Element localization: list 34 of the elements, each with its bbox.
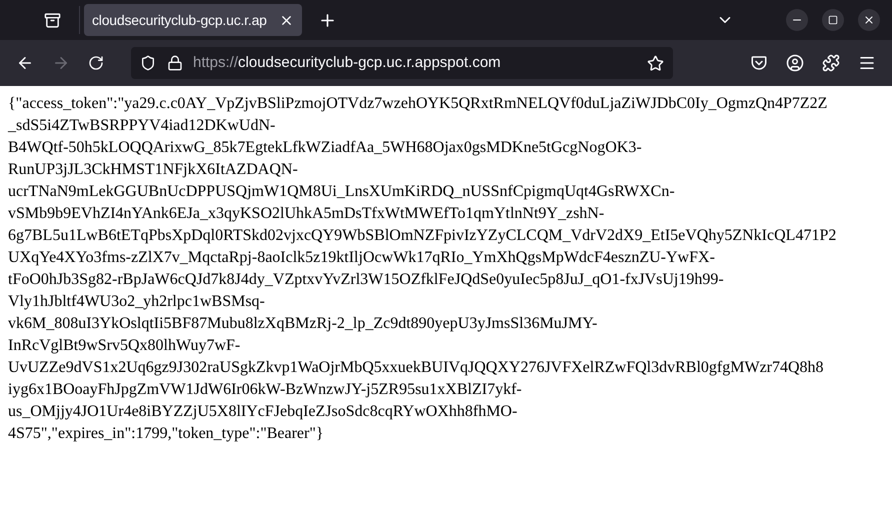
lock-icon[interactable]	[167, 55, 183, 71]
json-text-line: vk6M_808uI3YkOslqtIi5BF87Mubu8lzXqBMzRj-2_lp_Zc9dt890yepU3yJmsSl36MuJMY-	[8, 314, 598, 334]
json-text-line: 4S75","expires_in":1799,"token_type":"Bearer"}	[8, 424, 324, 444]
url-text: https://cloudsecurityclub-gcp.uc.r.appspot.com	[193, 52, 502, 73]
account-icon[interactable]	[786, 54, 804, 72]
menu-icon[interactable]	[858, 54, 876, 72]
browser-tab[interactable]: cloudsecurityclub-gcp.uc.r.ap	[84, 4, 302, 36]
json-text-line: UXqYe4XYo3fms-zZlX7v_MqctaRpj-8aoIclk5z19ktIljOcwWk17qRIo_YmXhQgsMpWdcF4esznZU-YwFX-	[8, 248, 715, 268]
box-icon[interactable]	[44, 12, 61, 28]
pocket-icon[interactable]	[750, 54, 768, 72]
json-text-line: InRcVglBt9wSrv5Qx80lhWuy7wF-	[8, 336, 240, 356]
json-text-line: _sdS5i4ZTwBSRPPYV4iad12DKwUdN-	[8, 116, 276, 136]
json-text-line: UvUZZe9dVS1x2Uq6gz9J302raUSgkZkvp1WaOjrMbQ5xxuekBUIVqJQQXY276JVFXelRZwFQl3dvRBl0gfgMWzr74Q8h8	[8, 358, 824, 378]
json-text-line: us_OMjjy4JO1Ur4e8iBYZZjU5X8lIYcFJebqIeZJsoSdc8cqRYwOXhh8fhMO-	[8, 402, 518, 422]
json-text-line: 6g7BL5u1LwB6tETqPbsXpDql0RTSkd02vjxcQY9WbSBlOmNZFpivIzYZyCLCQM_VdrV2dX9_EtI5eVQhy5ZNkIcQL471P2	[8, 226, 836, 246]
json-text-line: tFoO0hJb3Sg82-rBpJaW6cQJd7k8J4dy_VZptxvYvZrl3W15OZfklFeJQdSe0yuIec5p8JuJ_qO1-fxJVsUj19h99-	[8, 270, 724, 290]
close-icon	[863, 14, 875, 26]
star-icon[interactable]	[647, 54, 664, 72]
maximize-button[interactable]	[822, 9, 844, 31]
json-text-line: RunUP3jJL3CkHMST1NFjkX6ItAZDAQN-	[8, 160, 298, 180]
back-icon[interactable]	[16, 54, 34, 72]
json-text-line: iyg6x1BOoayFhJpgZmVW1JdW6Ir06kW-BzWnzwJY-j5ZR95su1xXBlZI7ykf-	[8, 380, 522, 400]
close-button[interactable]	[858, 9, 880, 31]
json-text-line: ucrTNaN9mLekGGUBnUcDPPUSQjmW1QM8Ui_LnsXUmKiRDQ_nUSSnfCpigmqUqt4GsRWXCn-	[8, 182, 675, 202]
json-text-line: {"access_token":"ya29.c.c0AY_VpZjvBSliPzmojOTVdz7wzehOYK5QRxtRmNELQVf0duLjaZiWJDbC0Iy_OgmzQn4P7Z2Z	[8, 94, 828, 114]
json-text-line: vSMb9b9EVhZI4nYAnk6EJa_x3qyKSO2lUhkA5mDsTfxWtMWEfTo1qmYtlnNt9Y_zshN-	[8, 204, 604, 224]
shield-icon[interactable]	[140, 55, 156, 71]
json-text-line: B4WQtf-50h5kLOQQArixwG_85k7EgtekLfkWZiadfAa_5WH68Ojax0gsMDKne5tGcgNogOK3-	[8, 138, 642, 158]
puzzle-icon[interactable]	[822, 54, 840, 72]
reload-icon[interactable]	[88, 55, 104, 71]
address-bar[interactable]: https://cloudsecurityclub-gcp.uc.r.appspot.com	[131, 47, 673, 79]
maximize-icon	[828, 15, 838, 25]
json-text-line: Vly1hJbltf4WU3o2_yh2rlpc1wBSMsq-	[8, 292, 265, 312]
tab-title: cloudsecurityclub-gcp.uc.r.ap	[92, 10, 268, 30]
